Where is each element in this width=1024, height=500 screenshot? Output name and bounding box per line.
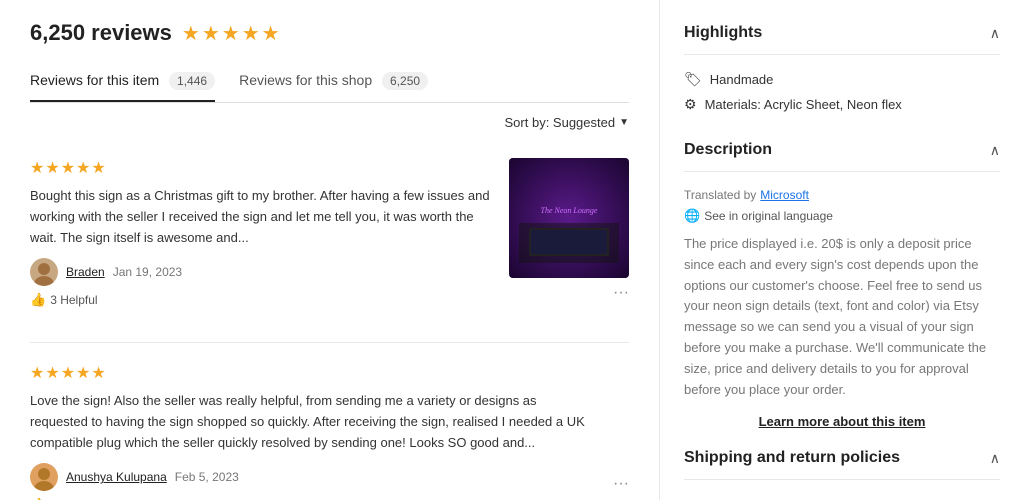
tab-shop-label: Reviews for this shop: [239, 72, 372, 88]
star-5: ★: [262, 21, 280, 46]
review-count: 6,250 reviews: [30, 20, 172, 46]
left-panel: 6,250 reviews ★ ★ ★ ★ ★ Reviews for this…: [0, 0, 660, 500]
see-original-label: See in original language: [704, 209, 833, 223]
star-4: ★: [242, 21, 260, 46]
learn-more-link[interactable]: Learn more about this item: [684, 414, 1000, 429]
star-1: ★: [182, 21, 200, 46]
sort-button[interactable]: Sort by: Suggested ▼: [505, 115, 629, 130]
shipping-section-header[interactable]: Shipping and return policies ∧: [684, 441, 1000, 475]
highlight-materials: ⚙ Materials: Acrylic Sheet, Neon flex: [684, 96, 1000, 113]
highlight-materials-text: Materials: Acrylic Sheet, Neon flex: [705, 97, 902, 112]
review-stars-1: ★ ★ ★ ★ ★: [30, 158, 493, 178]
highlights-divider: [684, 54, 1000, 55]
helpful-button-1[interactable]: 👍 3 Helpful: [30, 292, 493, 308]
microsoft-link[interactable]: Microsoft: [760, 188, 809, 202]
review-date-2: Feb 5, 2023: [175, 470, 239, 484]
tab-item-label: Reviews for this item: [30, 72, 159, 88]
see-original-button[interactable]: 🌐 See in original language: [684, 208, 1000, 224]
thumbs-up-icon-1: 👍: [30, 292, 46, 308]
review-date-1: Jan 19, 2023: [113, 265, 182, 279]
description-collapse-icon: ∧: [990, 142, 1000, 159]
tab-shop-badge: 6,250: [382, 72, 428, 90]
highlights-section-header[interactable]: Highlights ∧: [684, 16, 1000, 50]
overall-stars: ★ ★ ★ ★ ★: [182, 21, 280, 46]
avatar-1: [30, 258, 58, 286]
translated-by-label: Translated by: [684, 188, 756, 202]
review-tabs: Reviews for this item 1,446 Reviews for …: [30, 62, 629, 103]
avatar-2: [30, 463, 58, 491]
highlights-list: 🏷 Handmade ⚙ Materials: Acrylic Sheet, N…: [684, 59, 1000, 133]
review-footer-1: Braden Jan 19, 2023: [30, 258, 493, 286]
review-content-1: ★ ★ ★ ★ ★ Bought this sign as a Christma…: [30, 158, 493, 322]
review-item-1: ★ ★ ★ ★ ★ Bought this sign as a Christma…: [30, 138, 629, 343]
review-text-2: Love the sign! Also the seller was reall…: [30, 391, 597, 453]
shipping-divider: [684, 479, 1000, 480]
translated-by: Translated by Microsoft: [684, 188, 1000, 202]
globe-icon: 🌐: [684, 208, 700, 224]
description-section: Translated by Microsoft 🌐 See in origina…: [684, 176, 1000, 441]
tab-shop-reviews[interactable]: Reviews for this shop 6,250: [239, 62, 428, 102]
shipping-section: Estimated arrival Feb 9-16 📦 🚚 🎁: [684, 484, 1000, 500]
right-panel: Highlights ∧ 🏷 Handmade ⚙ Materials: Acr…: [660, 0, 1024, 500]
materials-icon: ⚙: [684, 96, 697, 113]
tab-item-reviews[interactable]: Reviews for this item 1,446: [30, 62, 215, 102]
star-3: ★: [222, 21, 240, 46]
sort-label: Sort by: Suggested: [505, 115, 616, 130]
svg-text:The Neon Lounge: The Neon Lounge: [541, 206, 598, 215]
review-item-2: ★ ★ ★ ★ ★ Love the sign! Also the seller…: [30, 343, 629, 500]
star-2: ★: [202, 21, 220, 46]
review-content-2: ★ ★ ★ ★ ★ Love the sign! Also the seller…: [30, 363, 597, 500]
highlight-handmade-text: Handmade: [710, 72, 774, 87]
review-image-1: The Neon Lounge: [509, 158, 629, 278]
reviewer-name-2[interactable]: Anushya Kulupana: [66, 470, 167, 484]
description-text: The price displayed i.e. 20$ is only a d…: [684, 234, 1000, 400]
highlights-collapse-icon: ∧: [990, 25, 1000, 42]
shipping-collapse-icon: ∧: [990, 450, 1000, 467]
highlights-title: Highlights: [684, 24, 762, 42]
highlight-handmade: 🏷 Handmade: [684, 71, 1000, 88]
more-options-button-1[interactable]: ···: [613, 284, 629, 302]
description-divider: [684, 171, 1000, 172]
reviewer-name-1[interactable]: Braden: [66, 265, 105, 279]
tab-item-badge: 1,446: [169, 72, 215, 90]
handmade-icon: 🏷: [684, 71, 702, 88]
sort-bar: Sort by: Suggested ▼: [30, 103, 629, 138]
description-section-header[interactable]: Description ∧: [684, 133, 1000, 167]
more-options-button-2[interactable]: ···: [613, 475, 629, 493]
review-stars-2: ★ ★ ★ ★ ★: [30, 363, 597, 383]
review-footer-2: Anushya Kulupana Feb 5, 2023: [30, 463, 597, 491]
review-text-1: Bought this sign as a Christmas gift to …: [30, 186, 493, 248]
shipping-title: Shipping and return policies: [684, 449, 900, 467]
chevron-down-icon: ▼: [619, 117, 629, 128]
review-header: 6,250 reviews ★ ★ ★ ★ ★: [30, 20, 629, 46]
helpful-count-1: 3 Helpful: [50, 293, 97, 307]
description-title: Description: [684, 141, 772, 159]
